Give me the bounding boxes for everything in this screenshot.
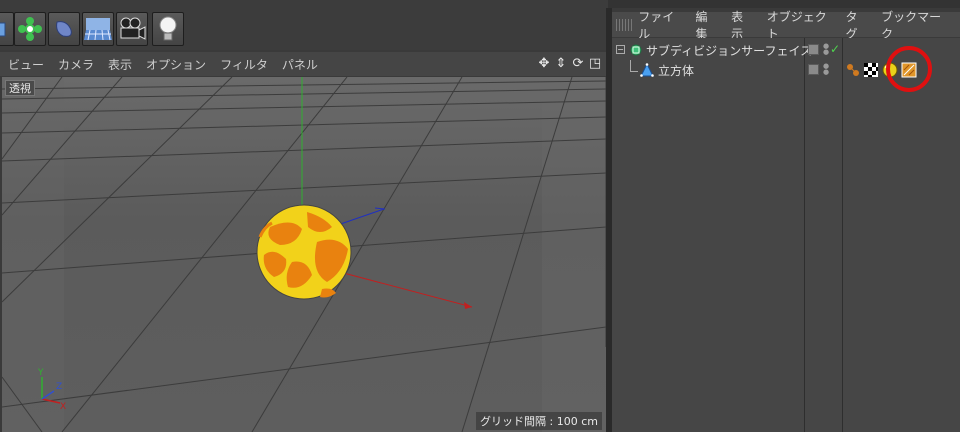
viewport-menu-panel[interactable]: パネル xyxy=(282,56,318,73)
viewport-scene: Y Z X xyxy=(2,77,606,432)
x-axis-arrow xyxy=(464,302,472,309)
svg-text:Y: Y xyxy=(37,368,44,378)
light-tool-button[interactable] xyxy=(152,12,184,46)
object-name[interactable]: 立方体 xyxy=(658,62,694,79)
om-menu-file[interactable]: ファイル xyxy=(638,8,681,42)
floor-scene-button[interactable] xyxy=(82,12,114,46)
tree-connector xyxy=(630,60,638,72)
cloner-tool-icon xyxy=(17,16,43,42)
layer-flag-icon[interactable] xyxy=(808,44,819,55)
highlight-annotation-circle xyxy=(886,46,932,92)
polygon-object-icon xyxy=(640,62,654,80)
column-separator xyxy=(804,38,805,432)
light-tool-icon xyxy=(157,15,179,43)
viewport-menu-camera[interactable]: カメラ xyxy=(58,56,94,73)
view-projection-label[interactable]: 透視 xyxy=(5,80,35,96)
cloner-tool-button[interactable] xyxy=(14,12,46,46)
camera-tool-icon xyxy=(118,16,146,42)
floor-scene-icon xyxy=(84,16,112,42)
main-toolbar xyxy=(0,0,608,50)
textured-sphere xyxy=(256,204,352,300)
panel-grip-icon[interactable] xyxy=(616,18,633,31)
grid-spacing-info: グリッド間隔 : 100 cm xyxy=(476,412,602,430)
om-menu-tag[interactable]: タグ xyxy=(846,8,868,42)
camera-tool-button[interactable] xyxy=(116,12,148,46)
maximize-view-icon[interactable]: ◳ xyxy=(588,56,602,71)
om-menu-view[interactable]: 表示 xyxy=(731,8,753,42)
visibility-dots-icon[interactable]: ● ● xyxy=(823,43,829,56)
om-menu-object[interactable]: オブジェクト xyxy=(767,8,832,42)
svg-text:Z: Z xyxy=(56,382,62,392)
object-name[interactable]: サブディビジョンサーフェイス xyxy=(646,42,812,59)
3d-viewport[interactable]: Y Z X 透視 グリッド間隔 : 100 cm xyxy=(2,77,606,432)
viewport-nav-controls: ✥ ⇕ ⟳ ◳ xyxy=(537,56,602,71)
rotate-view-icon[interactable]: ⟳ xyxy=(571,56,585,71)
deformer-tool-icon xyxy=(51,16,77,42)
object-manager-menubar: ファイル 編集 表示 オブジェクト タグ ブックマーク xyxy=(612,10,960,41)
object-list: − サブディビジョンサーフェイス ● ● ✓ 立方体 ● ● xyxy=(612,38,960,432)
layer-flag-icon[interactable] xyxy=(808,64,819,75)
om-menu-bookmark[interactable]: ブックマーク xyxy=(881,8,946,42)
viewport-menu-options[interactable]: オプション xyxy=(146,56,206,73)
subdivision-surface-icon xyxy=(629,43,643,60)
scroll-view-icon[interactable]: ⇕ xyxy=(554,56,568,71)
enabled-check-icon[interactable]: ✓ xyxy=(830,42,840,56)
viewport-menubar: ビュー カメラ 表示 オプション フィルタ パネル ✥ ⇕ ⟳ ◳ xyxy=(0,52,606,76)
phong-tag-icon[interactable] xyxy=(845,62,861,78)
viewport-menu-display[interactable]: 表示 xyxy=(108,56,132,73)
column-separator xyxy=(842,38,843,432)
cube-tool-button[interactable] xyxy=(0,12,14,46)
svg-text:X: X xyxy=(60,402,66,412)
texture-checker-tag-icon[interactable] xyxy=(863,62,879,78)
move-view-icon[interactable]: ✥ xyxy=(537,56,551,71)
cube-tool-icon xyxy=(0,19,8,39)
om-menu-edit[interactable]: 編集 xyxy=(695,8,717,42)
viewport-menu-view[interactable]: ビュー xyxy=(8,56,44,73)
tree-collapse-icon[interactable]: − xyxy=(616,45,625,54)
visibility-dots-icon[interactable]: ● ● xyxy=(823,63,829,76)
viewport-menu-filter[interactable]: フィルタ xyxy=(220,56,268,73)
deformer-tool-button[interactable] xyxy=(48,12,80,46)
